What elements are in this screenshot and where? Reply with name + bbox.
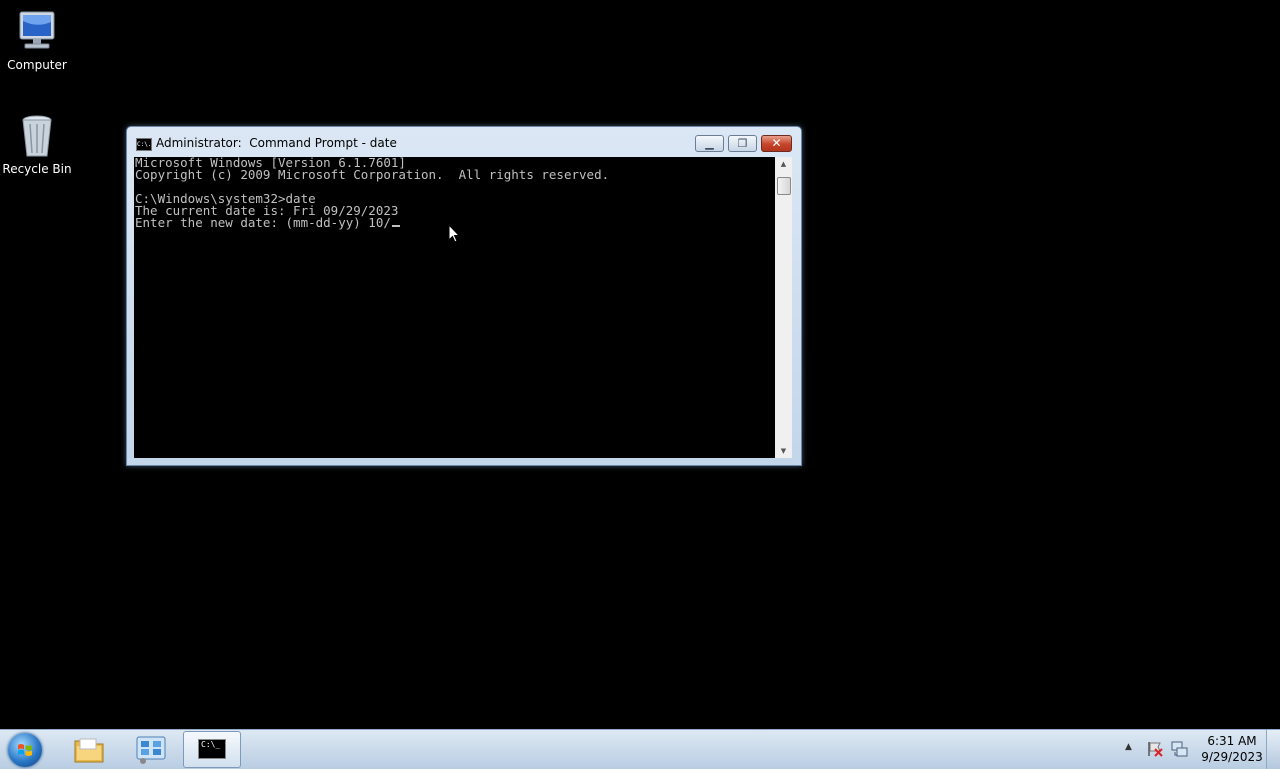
taskbar-clock[interactable]: 6:31 AM 9/29/2023 [1196, 733, 1268, 765]
folder-icon [74, 738, 104, 763]
vertical-scrollbar[interactable]: ▲ ▼ [775, 157, 792, 458]
command-prompt-window: C:\. Administrator: Command Prompt - dat… [126, 126, 802, 466]
control-panel-icon [136, 736, 166, 764]
show-hidden-icons-chevron-icon[interactable]: ▲ [1125, 742, 1132, 752]
windows-start-orb-icon [18, 744, 32, 756]
desktop-icon-label: Computer [7, 58, 67, 72]
mouse-pointer-icon [448, 224, 460, 243]
start-button[interactable] [8, 733, 42, 767]
clock-time: 6:31 AM [1207, 734, 1257, 748]
window-titlebar[interactable]: C:\. Administrator: Command Prompt - dat… [127, 127, 801, 157]
console-line: Copyright (c) 2009 Microsoft Corporation… [135, 167, 610, 182]
desktop: Computer Recycle Bin C:\. Administrator:… [0, 0, 1280, 729]
clock-date: 9/29/2023 [1201, 750, 1263, 764]
close-button[interactable]: ✕ [761, 135, 792, 152]
scroll-down-arrow-icon[interactable]: ▼ [775, 444, 792, 458]
computer-icon [19, 11, 55, 49]
taskbar-explorer-button[interactable] [61, 731, 119, 768]
minimize-icon: ▁ [705, 137, 714, 150]
maximize-icon: ❐ [737, 137, 748, 150]
scroll-up-arrow-icon[interactable]: ▲ [775, 157, 792, 171]
desktop-icon-computer[interactable]: Computer [0, 8, 74, 72]
system-tray: ▲ 6:31 AM 9/29/2023 [1120, 730, 1280, 769]
console-input-line[interactable]: Enter the new date: (mm-dd-yy) 10/ [135, 215, 391, 230]
desktop-icon-label: Recycle Bin [2, 162, 72, 176]
action-center-flag-icon[interactable] [1146, 740, 1164, 758]
cmd-icon[interactable]: C:\. [136, 138, 152, 151]
taskbar-control-panel-button[interactable] [122, 731, 180, 768]
maximize-button[interactable]: ❐ [728, 135, 757, 152]
text-cursor [391, 225, 400, 227]
close-icon: ✕ [771, 136, 782, 150]
network-icon[interactable] [1170, 740, 1188, 758]
taskbar: C:\_ ▲ 6:31 AM 9/29/2023 [0, 729, 1280, 769]
console-text[interactable]: Microsoft Windows [Version 6.1.7601] Cop… [135, 157, 609, 229]
show-desktop-button[interactable] [1266, 730, 1280, 769]
minimize-button[interactable]: ▁ [695, 135, 724, 152]
scrollbar-thumb[interactable] [777, 177, 791, 195]
window-title: Administrator: Command Prompt - date [156, 136, 397, 150]
recycle-bin-icon [22, 115, 52, 157]
desktop-icon-recycle-bin[interactable]: Recycle Bin [0, 112, 74, 176]
console-output[interactable]: Microsoft Windows [Version 6.1.7601] Cop… [134, 157, 775, 458]
taskbar-command-prompt-button[interactable]: C:\_ [183, 731, 241, 768]
cmd-icon: C:\_ [198, 739, 226, 759]
